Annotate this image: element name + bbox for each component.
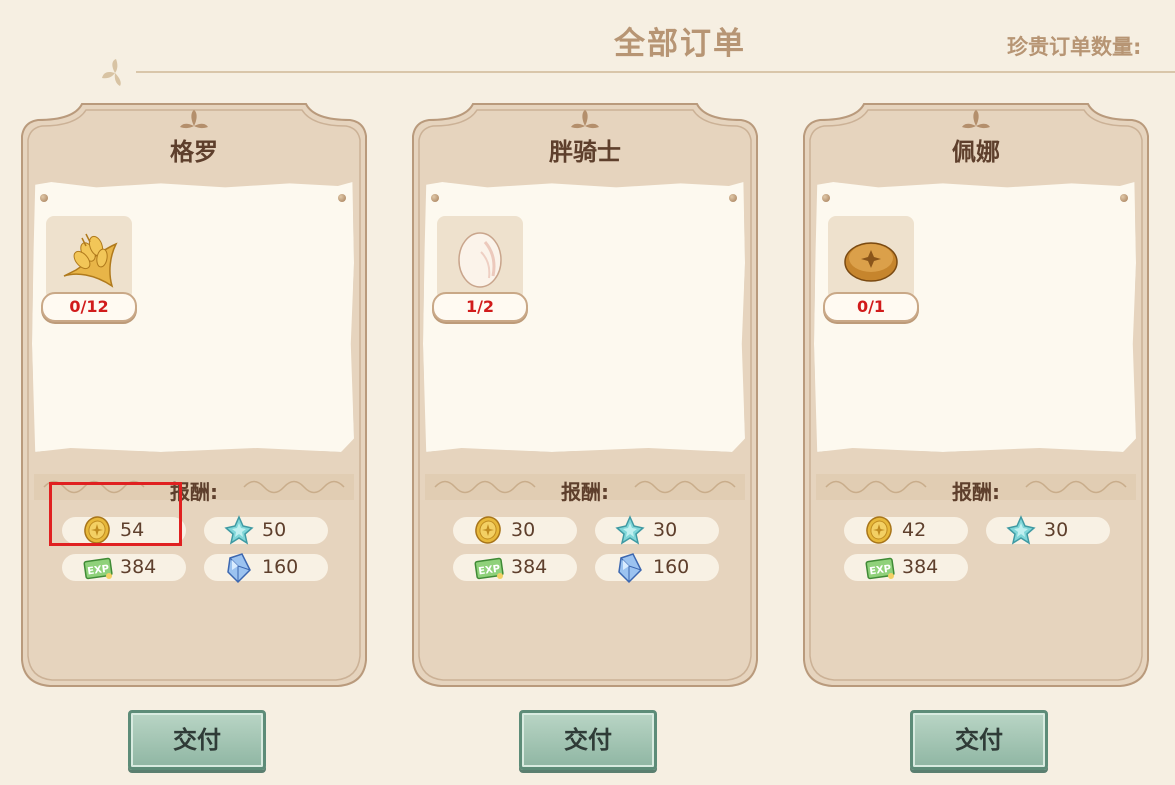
pin-icon xyxy=(1120,194,1128,202)
customer-name: 佩娜 xyxy=(952,138,1000,166)
card-ornament-icon xyxy=(962,110,990,129)
pin-icon xyxy=(40,194,48,202)
exp-ticket-icon: EXP xyxy=(83,557,113,580)
required-item-slot[interactable] xyxy=(437,216,523,300)
pin-icon xyxy=(431,194,439,202)
reward-star: 30 xyxy=(986,515,1110,545)
reward-exp: EXP 384 xyxy=(62,554,186,581)
exp-amount: 384 xyxy=(120,556,157,578)
star-gem-icon xyxy=(224,515,254,545)
card-ornament-icon xyxy=(571,110,599,129)
highlight-box xyxy=(49,482,182,546)
exp-ticket-icon: EXP xyxy=(474,557,504,580)
reward-gold: 42 xyxy=(844,516,968,544)
card-ornament-icon xyxy=(180,110,208,129)
pin-icon xyxy=(729,194,737,202)
bread-icon xyxy=(844,242,898,282)
required-item-slot[interactable] xyxy=(828,216,914,300)
star-amount: 30 xyxy=(653,519,678,541)
gold-amount: 42 xyxy=(902,519,927,541)
reward-exp: EXP 384 xyxy=(844,554,968,581)
blue-crystal-icon xyxy=(227,553,251,584)
deliver-button[interactable]: 交付 xyxy=(910,710,1048,770)
order-card: 胖骑士 1/2 报酬: 30 30 EXP 384 160 xyxy=(403,96,767,692)
reward-label: 报酬: xyxy=(561,480,609,504)
pin-icon xyxy=(338,194,346,202)
reward-crystal: 160 xyxy=(204,553,328,584)
leaf-ornament-icon xyxy=(102,59,121,86)
gold-coin-icon xyxy=(475,516,501,544)
wheat-icon xyxy=(63,233,118,288)
egg-icon xyxy=(458,232,502,288)
blue-crystal-icon xyxy=(618,553,642,584)
reward-gold: 30 xyxy=(453,516,577,544)
exp-ticket-icon: EXP xyxy=(865,557,895,580)
star-amount: 50 xyxy=(262,519,287,541)
header-divider xyxy=(136,71,1175,73)
deliver-button[interactable]: 交付 xyxy=(128,710,266,770)
crystal-amount: 160 xyxy=(262,556,299,578)
customer-name: 胖骑士 xyxy=(549,138,621,166)
page-title: 全部订单 xyxy=(614,26,746,62)
gold-amount: 30 xyxy=(511,519,536,541)
rare-orders-count-label: 珍贵订单数量: xyxy=(1007,35,1142,59)
reward-star: 50 xyxy=(204,515,328,545)
star-amount: 30 xyxy=(1044,519,1069,541)
item-progress: 1/2 xyxy=(432,292,528,322)
exp-amount: 384 xyxy=(511,556,548,578)
order-card: 格罗 0/12 报酬: 54 50 EXP 384 160 xyxy=(12,96,376,692)
reward-label: 报酬: xyxy=(952,480,1000,504)
star-gem-icon xyxy=(1006,515,1036,545)
star-gem-icon xyxy=(615,515,645,545)
reward-star: 30 xyxy=(595,515,719,545)
pin-icon xyxy=(822,194,830,202)
customer-name: 格罗 xyxy=(170,138,218,166)
crystal-amount: 160 xyxy=(653,556,690,578)
gold-coin-icon xyxy=(866,516,892,544)
order-card: 佩娜 0/1 报酬: 42 30 EXP 384 xyxy=(794,96,1158,692)
required-item-slot[interactable] xyxy=(46,216,132,300)
reward-crystal: 160 xyxy=(595,553,719,584)
item-progress: 0/12 xyxy=(41,292,137,322)
deliver-button[interactable]: 交付 xyxy=(519,710,657,770)
reward-exp: EXP 384 xyxy=(453,554,577,581)
item-progress: 0/1 xyxy=(823,292,919,322)
exp-amount: 384 xyxy=(902,556,939,578)
